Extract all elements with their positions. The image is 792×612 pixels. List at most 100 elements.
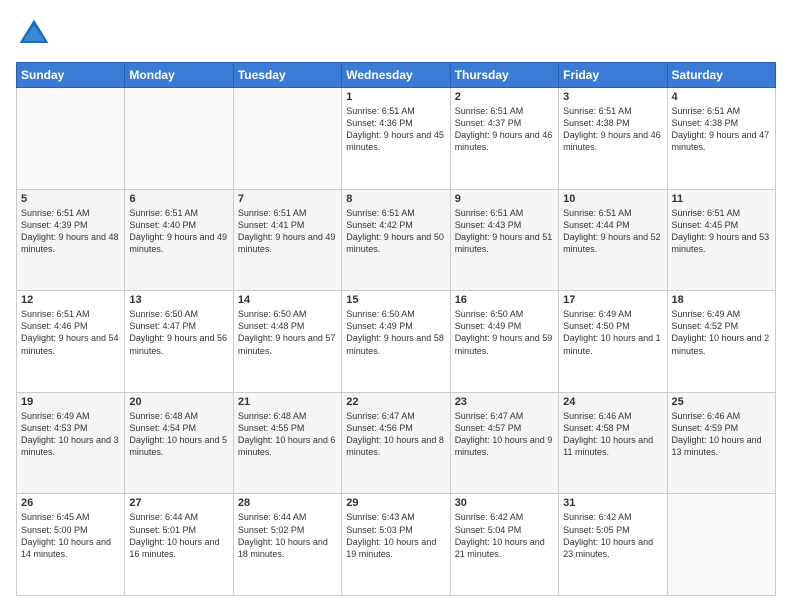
logo: [16, 16, 56, 52]
day-number: 29: [346, 497, 445, 509]
day-info: Sunrise: 6:51 AM Sunset: 4:36 PM Dayligh…: [346, 105, 445, 154]
day-info: Sunrise: 6:49 AM Sunset: 4:50 PM Dayligh…: [563, 308, 662, 357]
header: [16, 16, 776, 52]
day-number: 14: [238, 294, 337, 306]
calendar-cell: 29 Sunrise: 6:43 AM Sunset: 5:03 PM Dayli…: [342, 494, 450, 596]
day-info: Sunrise: 6:48 AM Sunset: 4:55 PM Dayligh…: [238, 410, 337, 459]
calendar-cell: 16 Sunrise: 6:50 AM Sunset: 4:49 PM Dayli…: [450, 291, 558, 393]
day-number: 17: [563, 294, 662, 306]
calendar-cell: 1 Sunrise: 6:51 AM Sunset: 4:36 PM Daylig…: [342, 88, 450, 190]
day-info: Sunrise: 6:49 AM Sunset: 4:53 PM Dayligh…: [21, 410, 120, 459]
day-number: 2: [455, 91, 554, 103]
day-info: Sunrise: 6:48 AM Sunset: 4:54 PM Dayligh…: [129, 410, 228, 459]
day-number: 16: [455, 294, 554, 306]
day-number: 20: [129, 396, 228, 408]
day-number: 5: [21, 193, 120, 205]
calendar-week-row: 19 Sunrise: 6:49 AM Sunset: 4:53 PM Dayli…: [17, 392, 776, 494]
day-info: Sunrise: 6:51 AM Sunset: 4:45 PM Dayligh…: [672, 207, 771, 256]
weekday-header: Friday: [559, 63, 667, 88]
calendar-cell: 24 Sunrise: 6:46 AM Sunset: 4:58 PM Dayli…: [559, 392, 667, 494]
weekday-header: Tuesday: [233, 63, 341, 88]
day-info: Sunrise: 6:51 AM Sunset: 4:43 PM Dayligh…: [455, 207, 554, 256]
day-info: Sunrise: 6:46 AM Sunset: 4:58 PM Dayligh…: [563, 410, 662, 459]
weekday-header: Thursday: [450, 63, 558, 88]
calendar-cell: 28 Sunrise: 6:44 AM Sunset: 5:02 PM Dayli…: [233, 494, 341, 596]
calendar-cell: 2 Sunrise: 6:51 AM Sunset: 4:37 PM Daylig…: [450, 88, 558, 190]
day-number: 15: [346, 294, 445, 306]
day-info: Sunrise: 6:47 AM Sunset: 4:56 PM Dayligh…: [346, 410, 445, 459]
day-number: 23: [455, 396, 554, 408]
calendar-cell: 13 Sunrise: 6:50 AM Sunset: 4:47 PM Dayli…: [125, 291, 233, 393]
page: SundayMondayTuesdayWednesdayThursdayFrid…: [0, 0, 792, 612]
day-number: 11: [672, 193, 771, 205]
calendar-cell: 4 Sunrise: 6:51 AM Sunset: 4:38 PM Daylig…: [667, 88, 775, 190]
day-info: Sunrise: 6:47 AM Sunset: 4:57 PM Dayligh…: [455, 410, 554, 459]
day-info: Sunrise: 6:50 AM Sunset: 4:48 PM Dayligh…: [238, 308, 337, 357]
weekday-header: Sunday: [17, 63, 125, 88]
day-number: 28: [238, 497, 337, 509]
calendar-week-row: 26 Sunrise: 6:45 AM Sunset: 5:00 PM Dayli…: [17, 494, 776, 596]
calendar-cell: 30Sunrise: 6:42 AM Sunset: 5:04 PM Dayli…: [450, 494, 558, 596]
day-number: 12: [21, 294, 120, 306]
calendar-cell: 27Sunrise: 6:44 AM Sunset: 5:01 PM Dayli…: [125, 494, 233, 596]
calendar-cell: 17 Sunrise: 6:49 AM Sunset: 4:50 PM Dayli…: [559, 291, 667, 393]
calendar-cell: 26 Sunrise: 6:45 AM Sunset: 5:00 PM Dayli…: [17, 494, 125, 596]
calendar-cell: 6Sunrise: 6:51 AM Sunset: 4:40 PM Daylig…: [125, 189, 233, 291]
calendar-cell: 8 Sunrise: 6:51 AM Sunset: 4:42 PM Daylig…: [342, 189, 450, 291]
calendar-cell: 12Sunrise: 6:51 AM Sunset: 4:46 PM Dayli…: [17, 291, 125, 393]
calendar-cell: 5Sunrise: 6:51 AM Sunset: 4:39 PM Daylig…: [17, 189, 125, 291]
calendar-week-row: 1 Sunrise: 6:51 AM Sunset: 4:36 PM Daylig…: [17, 88, 776, 190]
calendar-table: SundayMondayTuesdayWednesdayThursdayFrid…: [16, 62, 776, 596]
day-info: Sunrise: 6:45 AM Sunset: 5:00 PM Dayligh…: [21, 511, 120, 560]
calendar-cell: 11 Sunrise: 6:51 AM Sunset: 4:45 PM Dayli…: [667, 189, 775, 291]
weekday-header: Monday: [125, 63, 233, 88]
calendar-cell: 21 Sunrise: 6:48 AM Sunset: 4:55 PM Dayli…: [233, 392, 341, 494]
calendar-cell: [17, 88, 125, 190]
calendar-cell: 18 Sunrise: 6:49 AM Sunset: 4:52 PM Dayli…: [667, 291, 775, 393]
day-info: Sunrise: 6:50 AM Sunset: 4:49 PM Dayligh…: [346, 308, 445, 357]
day-info: Sunrise: 6:46 AM Sunset: 4:59 PM Dayligh…: [672, 410, 771, 459]
day-number: 9: [455, 193, 554, 205]
logo-icon: [16, 16, 52, 52]
day-number: 8: [346, 193, 445, 205]
calendar-week-row: 12Sunrise: 6:51 AM Sunset: 4:46 PM Dayli…: [17, 291, 776, 393]
day-info: Sunrise: 6:51 AM Sunset: 4:44 PM Dayligh…: [563, 207, 662, 256]
calendar-cell: 23 Sunrise: 6:47 AM Sunset: 4:57 PM Dayli…: [450, 392, 558, 494]
day-number: 25: [672, 396, 771, 408]
calendar-cell: 19 Sunrise: 6:49 AM Sunset: 4:53 PM Dayli…: [17, 392, 125, 494]
day-number: 10: [563, 193, 662, 205]
calendar-cell: 22Sunrise: 6:47 AM Sunset: 4:56 PM Dayli…: [342, 392, 450, 494]
day-info: Sunrise: 6:51 AM Sunset: 4:38 PM Dayligh…: [672, 105, 771, 154]
calendar-cell: 31Sunrise: 6:42 AM Sunset: 5:05 PM Dayli…: [559, 494, 667, 596]
day-info: Sunrise: 6:42 AM Sunset: 5:05 PM Dayligh…: [563, 511, 662, 560]
calendar-cell: 25 Sunrise: 6:46 AM Sunset: 4:59 PM Dayli…: [667, 392, 775, 494]
day-number: 6: [129, 193, 228, 205]
day-info: Sunrise: 6:51 AM Sunset: 4:38 PM Dayligh…: [563, 105, 662, 154]
calendar-cell: [125, 88, 233, 190]
calendar-cell: 20 Sunrise: 6:48 AM Sunset: 4:54 PM Dayli…: [125, 392, 233, 494]
day-number: 21: [238, 396, 337, 408]
weekday-header-row: SundayMondayTuesdayWednesdayThursdayFrid…: [17, 63, 776, 88]
day-number: 4: [672, 91, 771, 103]
calendar-cell: 3Sunrise: 6:51 AM Sunset: 4:38 PM Daylig…: [559, 88, 667, 190]
day-info: Sunrise: 6:49 AM Sunset: 4:52 PM Dayligh…: [672, 308, 771, 357]
day-number: 26: [21, 497, 120, 509]
calendar-cell: [233, 88, 341, 190]
day-info: Sunrise: 6:44 AM Sunset: 5:02 PM Dayligh…: [238, 511, 337, 560]
day-number: 7: [238, 193, 337, 205]
day-number: 13: [129, 294, 228, 306]
calendar-cell: 15 Sunrise: 6:50 AM Sunset: 4:49 PM Dayli…: [342, 291, 450, 393]
day-number: 27: [129, 497, 228, 509]
day-info: Sunrise: 6:50 AM Sunset: 4:49 PM Dayligh…: [455, 308, 554, 357]
day-info: Sunrise: 6:50 AM Sunset: 4:47 PM Dayligh…: [129, 308, 228, 357]
day-info: Sunrise: 6:51 AM Sunset: 4:41 PM Dayligh…: [238, 207, 337, 256]
day-number: 24: [563, 396, 662, 408]
day-number: 18: [672, 294, 771, 306]
day-info: Sunrise: 6:43 AM Sunset: 5:03 PM Dayligh…: [346, 511, 445, 560]
calendar-cell: 7 Sunrise: 6:51 AM Sunset: 4:41 PM Daylig…: [233, 189, 341, 291]
day-info: Sunrise: 6:51 AM Sunset: 4:37 PM Dayligh…: [455, 105, 554, 154]
calendar-cell: [667, 494, 775, 596]
day-number: 19: [21, 396, 120, 408]
day-info: Sunrise: 6:51 AM Sunset: 4:42 PM Dayligh…: [346, 207, 445, 256]
day-number: 1: [346, 91, 445, 103]
